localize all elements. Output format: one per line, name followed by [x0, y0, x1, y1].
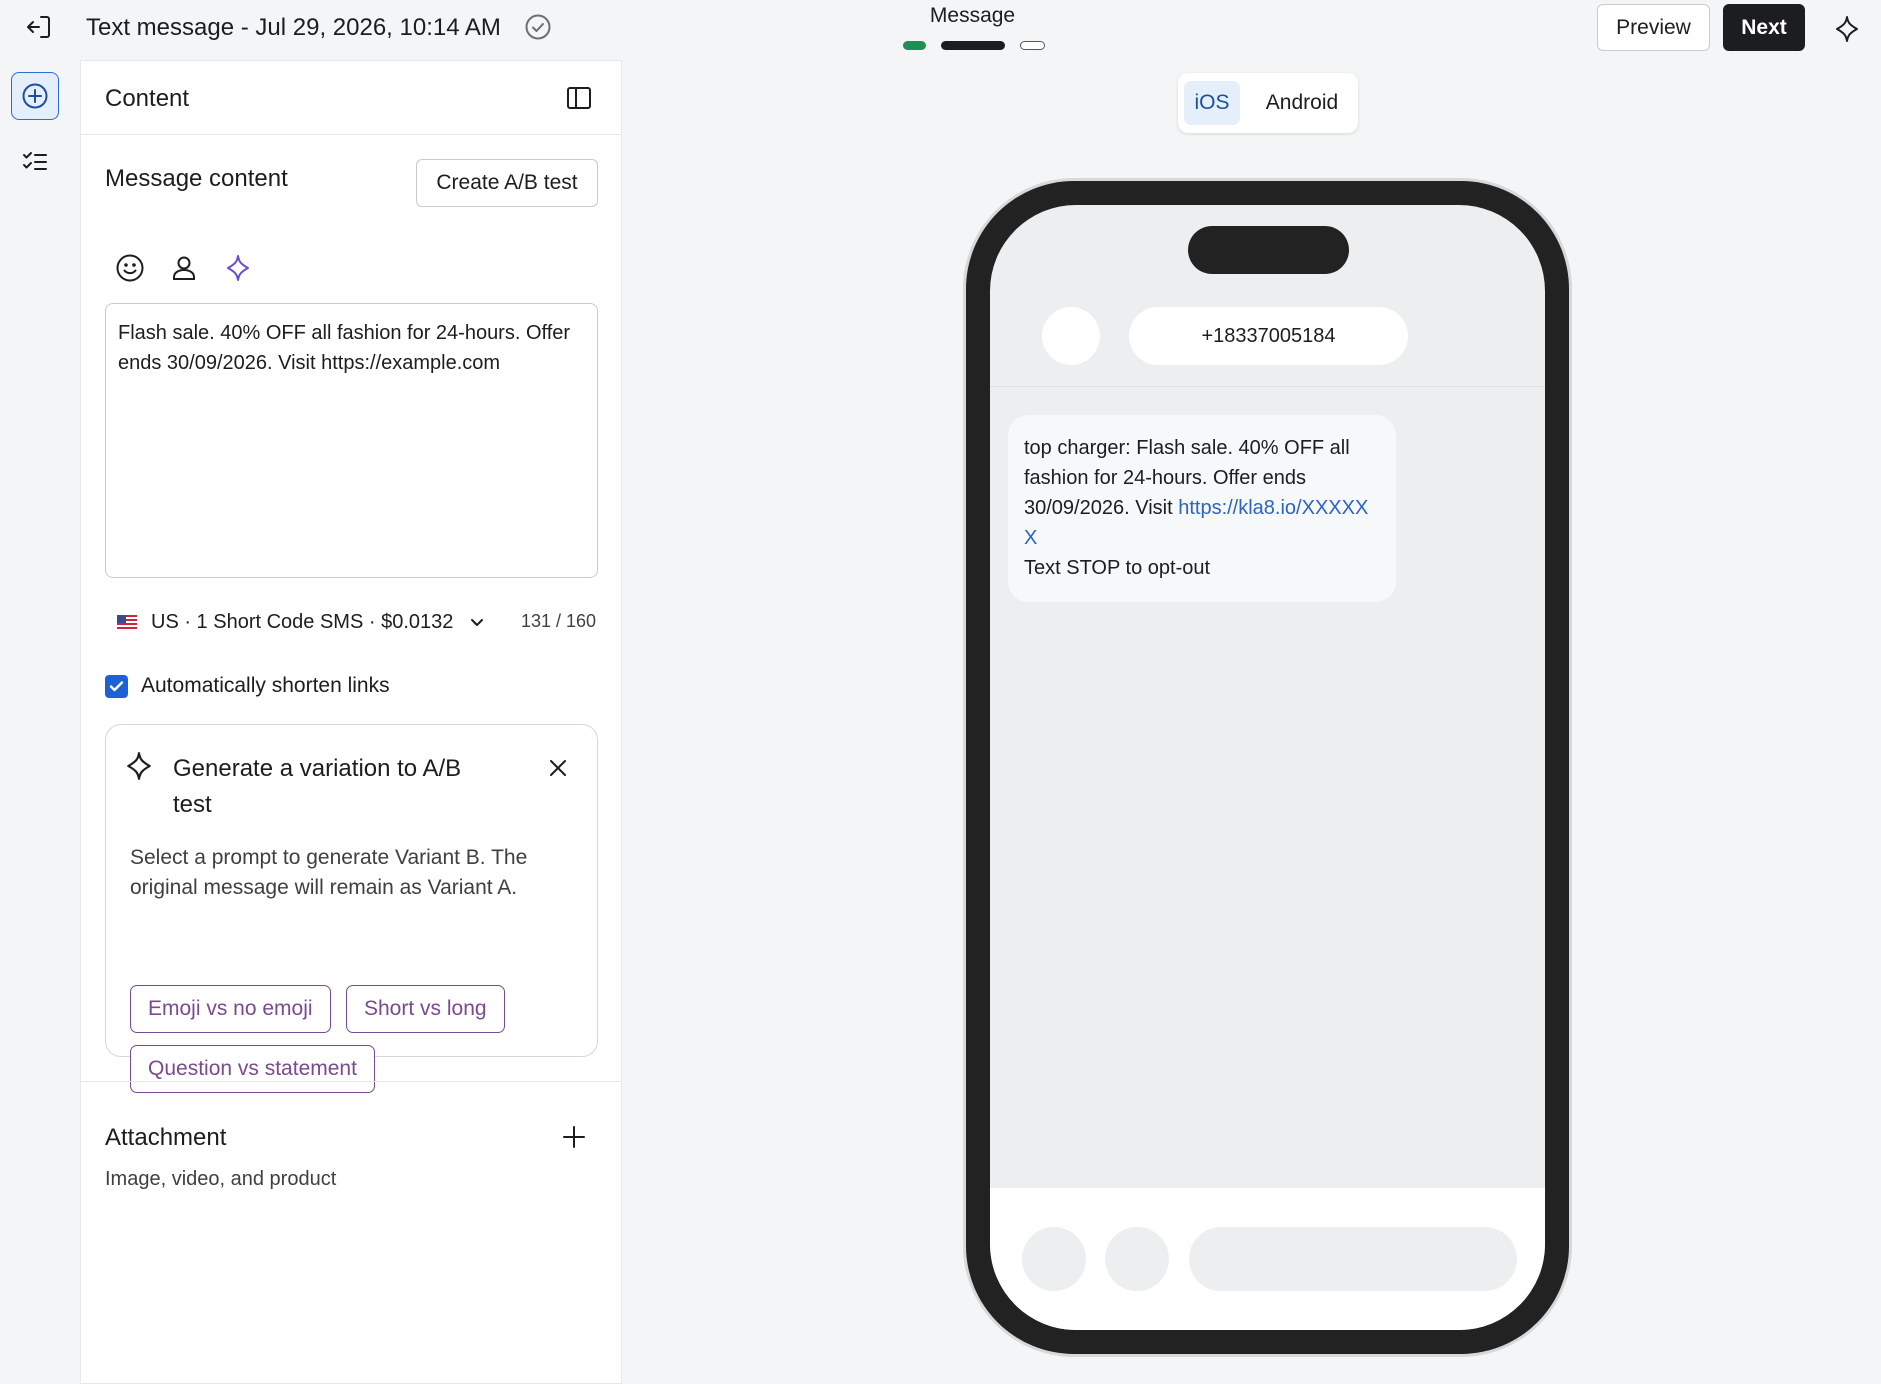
check-circle-icon — [524, 13, 552, 41]
ab-card-description: Select a prompt to generate Variant B. T… — [130, 846, 528, 899]
add-content-button[interactable] — [11, 72, 59, 120]
top-bar: Text message - Jul 29, 2026, 10:14 AM Me… — [0, 0, 1881, 60]
attachment-title: Attachment — [105, 1124, 227, 1151]
contact-number: +18337005184 — [1129, 307, 1408, 365]
exit-button[interactable] — [22, 10, 56, 44]
shorten-links-checkbox[interactable] — [105, 674, 128, 698]
create-ab-test-button[interactable]: Create A/B test — [416, 159, 598, 207]
compose-button-placeholder — [1022, 1227, 1086, 1291]
prompt-chip-question[interactable]: Question vs statement — [130, 1045, 375, 1093]
emoji-icon — [115, 253, 145, 283]
preview-button[interactable]: Preview — [1597, 4, 1710, 51]
sparkle-icon — [1833, 15, 1861, 43]
close-icon — [548, 758, 568, 778]
opt-out-text: Text STOP to opt-out — [1024, 557, 1211, 579]
section-title: Message content — [105, 165, 288, 192]
ai-generate-button[interactable] — [221, 251, 255, 285]
step-indicator-next[interactable] — [1020, 41, 1045, 50]
content-panel: Content Message content Create A/B test — [80, 60, 622, 1384]
ai-assistant-button[interactable] — [1830, 12, 1864, 46]
left-rail — [0, 60, 72, 1384]
person-icon — [170, 254, 198, 282]
dynamic-island — [1188, 226, 1349, 274]
close-ab-card-button[interactable] — [543, 753, 573, 783]
next-button[interactable]: Next — [1723, 4, 1805, 51]
plus-icon — [562, 1125, 586, 1149]
add-attachment-button[interactable] — [558, 1121, 590, 1153]
sidebar-toggle-icon — [566, 85, 592, 111]
shorten-links-label: Automatically shorten links — [141, 674, 390, 697]
contact-avatar — [1042, 307, 1100, 365]
ab-card-title: Generate a variation to A/B test — [173, 755, 462, 818]
preview-area: iOS Android +18337005184 top charger: Fl… — [640, 60, 1881, 1384]
section-divider — [81, 1081, 621, 1082]
personalize-button[interactable] — [167, 251, 201, 285]
message-input[interactable] — [105, 303, 598, 578]
sender-select[interactable]: US · 1 Short Code SMS · $0.0132 — [117, 607, 485, 637]
step-label: Message — [929, 4, 1016, 27]
message-title[interactable]: Text message - Jul 29, 2026, 10:14 AM — [86, 14, 501, 42]
sparkle-icon — [224, 254, 252, 282]
us-flag-icon — [117, 615, 137, 629]
ab-variation-card: Generate a variation to A/B test Select … — [105, 724, 598, 1093]
tab-ios[interactable]: iOS — [1184, 81, 1240, 125]
os-toggle: iOS Android — [1178, 73, 1358, 133]
chevron-down-icon — [469, 614, 485, 630]
panel-title: Content — [105, 85, 190, 112]
checklist-button[interactable] — [11, 138, 59, 186]
message-bubble: top charger: Flash sale. 40% OFF all fas… — [1008, 415, 1396, 602]
plus-circle-icon — [21, 82, 49, 110]
character-count: 131 / 160 — [521, 611, 597, 631]
phone-screen: +18337005184 top charger: Flash sale. 40… — [990, 205, 1545, 1330]
step-indicator-current[interactable] — [941, 41, 1005, 50]
compose-bar — [990, 1188, 1545, 1330]
prompt-chip-length[interactable]: Short vs long — [346, 985, 505, 1033]
compose-field-placeholder — [1189, 1227, 1517, 1291]
attachment-subtitle: Image, video, and product — [105, 1168, 337, 1190]
shorten-links-toggle[interactable]: Automatically shorten links — [105, 671, 390, 701]
phone-frame: +18337005184 top charger: Flash sale. 40… — [966, 181, 1569, 1354]
exit-icon — [26, 14, 52, 40]
prompt-chip-emoji[interactable]: Emoji vs no emoji — [130, 985, 331, 1033]
sender-label: US · 1 Short Code SMS · $0.0132 — [151, 610, 454, 633]
step-indicator-done[interactable] — [903, 41, 926, 50]
panel-header: Content — [81, 61, 621, 135]
sparkle-icon — [124, 751, 154, 781]
sidebar-toggle-button[interactable] — [564, 83, 594, 113]
screen-divider — [990, 386, 1545, 387]
compose-button-placeholder — [1105, 1227, 1169, 1291]
checklist-icon — [21, 148, 49, 176]
tab-android[interactable]: Android — [1254, 81, 1350, 125]
emoji-button[interactable] — [113, 251, 147, 285]
